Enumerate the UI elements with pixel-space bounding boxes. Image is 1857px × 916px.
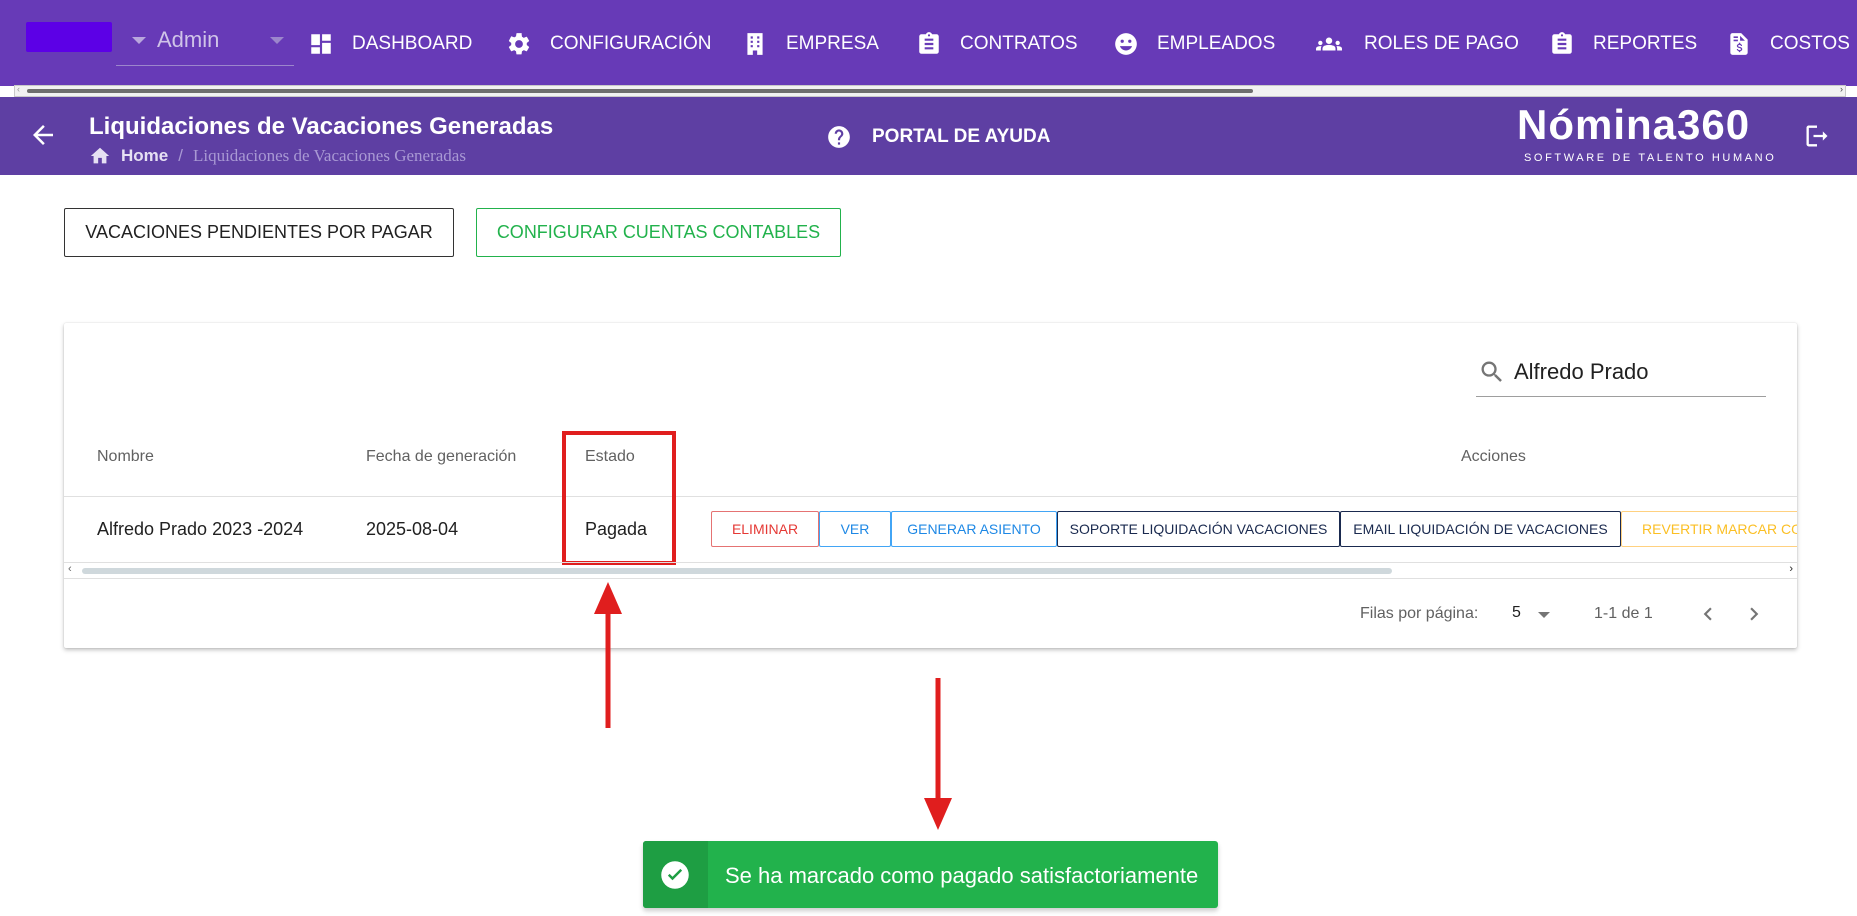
annotation-arrow-up <box>594 582 622 728</box>
nav-item-dashboard[interactable]: DASHBOARD <box>308 24 472 64</box>
chevron-down-icon[interactable] <box>1538 612 1550 618</box>
scroll-right-arrow-icon[interactable]: › <box>1840 84 1843 94</box>
chevron-right-icon <box>1741 601 1767 627</box>
gear-icon <box>506 31 532 57</box>
email-liquidation-button[interactable]: EMAIL LIQUIDACIÓN DE VACACIONES <box>1340 511 1621 547</box>
users-icon <box>1312 31 1346 57</box>
nav-item-reportes[interactable]: REPORTES <box>1549 24 1697 64</box>
dashboard-icon <box>308 31 334 57</box>
scroll-right-arrow-icon[interactable]: › <box>1789 563 1793 575</box>
brand-tagline: SOFTWARE DE TALENTO HUMANO <box>1524 152 1777 164</box>
invoice-dollar-icon <box>1726 31 1752 57</box>
nav-horizontal-scrollbar[interactable]: ‹ › <box>14 84 1846 97</box>
rows-per-page-label: Filas por página: <box>1360 605 1479 622</box>
configure-accounts-button[interactable]: CONFIGURAR CUENTAS CONTABLES <box>476 208 841 257</box>
help-icon <box>826 124 852 150</box>
previous-page-button[interactable] <box>1695 601 1721 627</box>
breadcrumb-home-link[interactable]: Home <box>121 146 168 166</box>
toast-icon-container <box>643 841 708 908</box>
back-button[interactable] <box>28 120 58 150</box>
scroll-left-arrow-icon[interactable]: ‹ <box>17 84 20 94</box>
nav-item-contratos[interactable]: CONTRATOS <box>916 24 1078 64</box>
arrow-left-icon <box>28 120 58 150</box>
face-icon <box>1113 31 1139 57</box>
header-divider <box>64 496 1797 497</box>
building-icon <box>742 31 768 57</box>
breadcrumb-separator: / <box>178 146 183 165</box>
table-horizontal-scrollbar[interactable]: ‹ › <box>64 563 1797 579</box>
company-dropdown-caret[interactable] <box>132 37 146 44</box>
cell-date: 2025-08-04 <box>366 519 459 539</box>
selector-underline <box>116 65 294 66</box>
clipboard-icon <box>916 31 942 57</box>
row-divider <box>64 562 1797 563</box>
scroll-left-arrow-icon[interactable]: ‹ <box>68 563 72 575</box>
generate-entry-button[interactable]: GENERAR ASIENTO <box>891 511 1057 547</box>
page-header: Liquidaciones de Vacaciones Generadas Ho… <box>0 97 1857 175</box>
support-document-button[interactable]: SOPORTE LIQUIDACIÓN VACACIONES <box>1057 511 1340 547</box>
logout-button[interactable] <box>1803 122 1831 150</box>
home-icon[interactable] <box>89 145 111 167</box>
view-button[interactable]: VER <box>819 511 891 547</box>
nav-item-label: EMPLEADOS <box>1157 33 1276 54</box>
help-portal-link[interactable]: PORTAL DE AYUDA <box>826 124 1050 150</box>
nav-item-costos[interactable]: COSTOS <box>1726 24 1850 64</box>
nav-item-roles-de-pago[interactable]: ROLES DE PAGO <box>1312 24 1519 64</box>
nav-item-label: EMPRESA <box>786 33 879 54</box>
toast-message: Se ha marcado como pagado satisfactoriam… <box>725 863 1199 888</box>
nav-item-label: REPORTES <box>1593 33 1698 54</box>
nav-item-configuracion[interactable]: CONFIGURACIÓN <box>506 24 712 64</box>
search-input[interactable] <box>1514 355 1759 389</box>
revert-paid-button[interactable]: REVERTIR MARCAR COM <box>1621 511 1797 547</box>
pending-vacations-button[interactable]: VACACIONES PENDIENTES POR PAGAR <box>64 208 454 257</box>
brand-logo: Nómina360 <box>1517 101 1751 148</box>
status-highlight-box <box>562 431 676 565</box>
column-header-date[interactable]: Fecha de generación <box>366 448 516 466</box>
nav-item-empleados[interactable]: EMPLEADOS <box>1113 24 1275 64</box>
rows-per-page-select[interactable]: 5 <box>1512 604 1521 622</box>
search-field[interactable] <box>1476 349 1766 397</box>
role-dropdown-caret[interactable] <box>270 37 284 44</box>
page-title: Liquidaciones de Vacaciones Generadas <box>89 113 554 140</box>
liquidations-table-card: Nombre Fecha de generación Estado Accion… <box>64 323 1797 648</box>
breadcrumb: Home / Liquidaciones de Vacaciones Gener… <box>89 145 466 167</box>
nav-item-empresa[interactable]: EMPRESA <box>742 24 879 64</box>
nav-item-label: CONFIGURACIÓN <box>550 33 712 54</box>
nav-item-label: DASHBOARD <box>352 33 473 54</box>
company-selector-value[interactable] <box>26 22 112 52</box>
scrollbar-thumb[interactable] <box>82 568 1392 574</box>
chevron-left-icon <box>1695 601 1721 627</box>
column-header-name[interactable]: Nombre <box>97 448 154 466</box>
scrollbar-thumb[interactable] <box>27 89 1253 93</box>
success-toast: Se ha marcado como pagado satisfactoriam… <box>643 841 1218 908</box>
cell-name: Alfredo Prado 2023 -2024 <box>97 519 304 539</box>
top-navbar: Admin DASHBOARD CONFIGURACIÓN EMPRESA CO… <box>0 0 1857 86</box>
nav-item-label: COSTOS <box>1770 33 1850 54</box>
help-portal-label: PORTAL DE AYUDA <box>872 126 1051 147</box>
pagination-range: 1-1 de 1 <box>1594 605 1653 622</box>
logout-icon <box>1803 122 1831 150</box>
clipboard-list-icon <box>1549 31 1575 57</box>
role-selector[interactable]: Admin <box>157 27 219 53</box>
delete-button[interactable]: ELIMINAR <box>711 511 819 547</box>
breadcrumb-current: Liquidaciones de Vacaciones Generadas <box>192 146 466 165</box>
nav-item-label: CONTRATOS <box>960 33 1078 54</box>
nav-item-label: ROLES DE PAGO <box>1364 33 1519 54</box>
column-header-actions: Acciones <box>1461 448 1526 465</box>
next-page-button[interactable] <box>1741 601 1767 627</box>
annotation-arrow-down <box>924 678 952 830</box>
